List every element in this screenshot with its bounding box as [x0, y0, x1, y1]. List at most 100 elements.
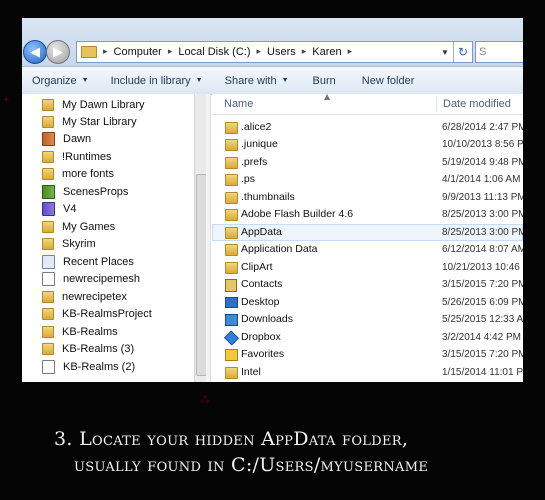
pane-splitter[interactable] [206, 94, 211, 382]
file-name: ClipArt [241, 261, 273, 273]
breadcrumb-label: Computer [113, 46, 162, 58]
file-row[interactable]: Favorites 3/15/2015 7:20 PM [212, 346, 523, 363]
file-row[interactable]: Adobe Flash Builder 4.6 8/25/2013 3:00 PM [212, 206, 523, 223]
forward-button[interactable]: ▶ [46, 40, 70, 64]
file-row[interactable]: Downloads 5/25/2015 12:33 AM [212, 311, 523, 328]
breadcrumb-label: Karen [312, 46, 342, 58]
explorer-window: ◀ ▶ ▸ Computer ▸ Local Disk (C:) ▸ Users ▸ … [22, 18, 523, 382]
file-row[interactable]: Dropbox 3/2/2014 4:42 PM [212, 329, 523, 346]
contacts-icon [225, 279, 237, 292]
file-row[interactable]: .prefs 5/19/2014 9:48 PM [212, 154, 523, 171]
nav-item-my-games[interactable]: My Games [42, 218, 115, 235]
book-icon [42, 184, 55, 199]
nav-item-kb-realms[interactable]: KB-Realms [42, 323, 118, 340]
nav-item-dawn[interactable]: Dawn [42, 130, 91, 147]
share-with-button[interactable]: Share with ▼ [211, 67, 297, 94]
file-name: .ps [241, 173, 256, 185]
book-icon [42, 201, 55, 216]
file-date: 3/15/2015 7:20 PM [442, 279, 523, 290]
search-input[interactable]: S [475, 41, 523, 63]
nav-item-label: KB-Realms [62, 325, 118, 338]
file-name: Adobe Flash Builder 4.6 [241, 208, 354, 220]
file-name: Intel [241, 366, 261, 378]
folder-icon [225, 227, 238, 239]
organize-button[interactable]: Organize ▼ [22, 67, 97, 94]
breadcrumb-karen[interactable]: Karen ▸ [312, 46, 358, 58]
file-row[interactable]: .junique 10/10/2013 8:56 PM [212, 136, 523, 153]
burn-label: Burn [312, 74, 336, 87]
nav-item-label: more fonts [62, 167, 114, 180]
breadcrumb-users[interactable]: Users ▸ [267, 46, 312, 58]
file-name: Application Data [241, 243, 318, 255]
file-date: 3/15/2015 7:20 PM [442, 349, 523, 360]
nav-item-my-star-library[interactable]: My Star Library [42, 113, 137, 130]
chevron-down-icon[interactable]: ▼ [438, 42, 452, 62]
background-decoration: ✦ [2, 95, 11, 106]
nav-item-label: newrecipemesh [63, 272, 141, 285]
nav-item-kb-realms-2[interactable]: KB-Realms (2) [42, 358, 135, 375]
breadcrumb-label: Local Disk (C:) [178, 46, 251, 58]
file-date: 1/15/2014 11:01 PM [442, 367, 523, 378]
address-bar: ◀ ▶ ▸ Computer ▸ Local Disk (C:) ▸ Users ▸ … [22, 18, 523, 66]
refresh-icon[interactable]: ↻ [453, 42, 472, 62]
nav-item-more-fonts[interactable]: more fonts [42, 165, 114, 182]
nav-item-label: V4 [63, 202, 77, 215]
nav-item-scenesprops[interactable]: ScenesProps [42, 183, 128, 200]
back-button[interactable]: ◀ [23, 40, 47, 64]
caption-line-1: 3. Locate your hidden AppData folder, [54, 428, 409, 450]
file-row[interactable]: Desktop 5/26/2015 6:09 PM [212, 294, 523, 311]
folder-icon [225, 244, 238, 256]
nav-item-my-dawn-library[interactable]: My Dawn Library [42, 96, 145, 113]
include-in-library-button[interactable]: Include in library ▼ [97, 67, 211, 94]
search-placeholder: S [479, 46, 487, 58]
column-header-date-modified[interactable]: Date modified [436, 96, 511, 112]
new-folder-button[interactable]: New folder [344, 67, 423, 94]
nav-item-label: KB-Realms (3) [62, 342, 135, 355]
file-row[interactable]: Intel 1/15/2014 11:01 PM [212, 364, 523, 381]
nav-item-label: Skyrim [62, 237, 96, 250]
nav-item-newrecipemesh[interactable]: newrecipemesh [42, 270, 140, 287]
folder-icon [42, 98, 54, 111]
file-date: 8/25/2013 3:00 PM [442, 227, 523, 238]
file-row[interactable]: .alice2 6/28/2014 2:47 PM [212, 119, 523, 136]
chevron-down-icon: ▼ [281, 77, 289, 84]
folder-icon [42, 290, 54, 303]
breadcrumb-local-disk[interactable]: Local Disk (C:) ▸ [178, 46, 267, 58]
nav-item-skyrim[interactable]: Skyrim [42, 235, 96, 252]
nav-item-runtimes[interactable]: !Runtimes [42, 148, 112, 165]
include-in-library-label: Include in library [110, 74, 191, 87]
nav-item-recent-places[interactable]: Recent Places [42, 253, 134, 270]
folder-icon [225, 192, 238, 204]
path-field[interactable]: ▸ Computer ▸ Local Disk (C:) ▸ Users ▸ Kare… [76, 41, 473, 63]
file-row[interactable]: ClipArt 10/21/2013 10:46 ... [212, 259, 523, 276]
favorites-icon [225, 349, 238, 361]
folder-icon [225, 367, 238, 379]
file-name: Downloads [241, 313, 293, 325]
nav-item-newrecipetex[interactable]: newrecipetex [42, 288, 127, 305]
breadcrumb-computer[interactable]: Computer ▸ [114, 46, 179, 58]
nav-item-label: Dawn [63, 132, 92, 145]
nav-item-label: My Star Library [62, 115, 137, 128]
file-date: 6/28/2014 2:47 PM [442, 122, 523, 133]
file-row[interactable]: .thumbnails 9/9/2013 11:13 PM [212, 189, 523, 206]
folder-icon [42, 342, 54, 355]
burn-button[interactable]: Burn [297, 67, 344, 94]
file-date: 5/19/2014 9:48 PM [442, 157, 523, 168]
file-name: Desktop [241, 296, 280, 308]
file-icon [42, 359, 55, 374]
nav-item-v4[interactable]: V4 [42, 200, 76, 217]
nav-item-kb-realms-3[interactable]: KB-Realms (3) [42, 340, 134, 357]
file-row[interactable]: Application Data 6/12/2014 8:07 AM [212, 241, 523, 258]
file-name: Contacts [241, 278, 283, 290]
file-row-selected[interactable]: AppData 8/25/2013 3:00 PM [212, 224, 523, 241]
sort-arrow-icon: ▲ [324, 92, 331, 101]
file-name: .alice2 [241, 121, 272, 133]
file-row[interactable]: .ps 4/1/2014 1:06 AM [212, 171, 523, 188]
column-header-name[interactable]: Name [224, 98, 253, 110]
file-date: 10/10/2013 8:56 PM [442, 139, 523, 150]
nav-item-kb-realmsproject[interactable]: KB-RealmsProject [42, 305, 152, 322]
file-row[interactable]: Contacts 3/15/2015 7:20 PM [212, 276, 523, 293]
caption-line-2: usually found in C:/Users/myusername [74, 454, 429, 476]
file-name: AppData [241, 226, 282, 238]
column-headers: ▲ Name Date modified [212, 92, 523, 115]
